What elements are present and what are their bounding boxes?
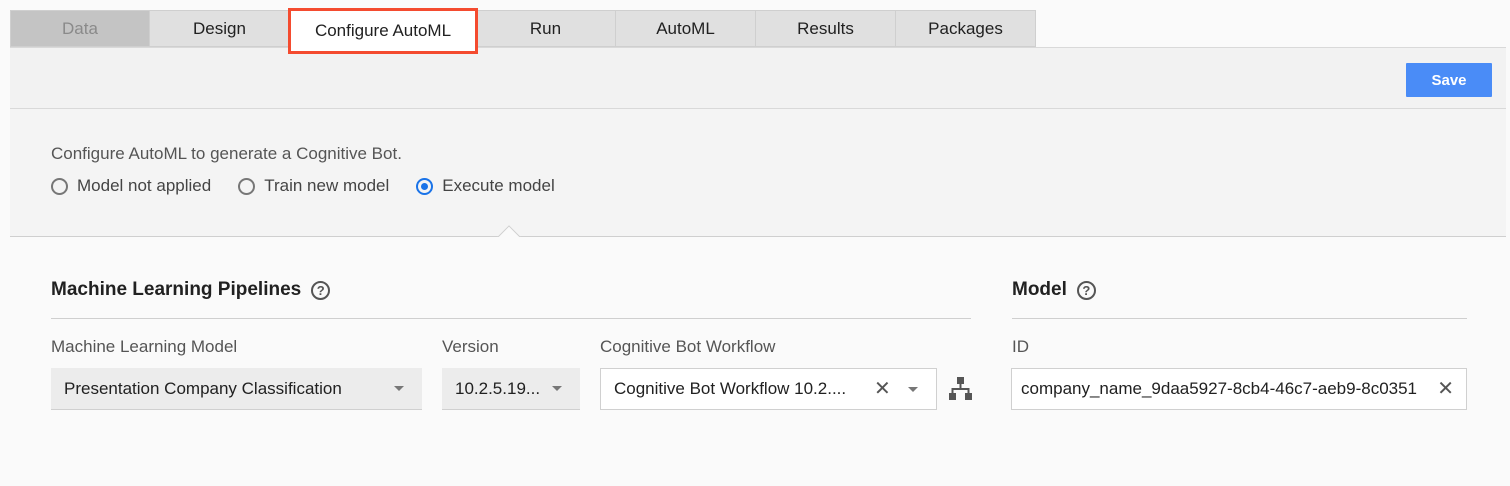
model-id-value: company_name_9daa5927-8cb4-46c7-aeb9-8c0… [1021,379,1418,398]
radio-execute-model[interactable]: Execute model [416,176,555,196]
chevron-down-icon [552,386,562,391]
radio-label: Model not applied [77,176,212,195]
help-circle-icon[interactable]: ? [311,280,331,300]
tab-automl[interactable]: AutoML [616,10,756,47]
config-description: Configure AutoML to generate a Cognitive… [51,144,402,163]
pipelines-title-text: Machine Learning Pipelines [51,279,302,300]
tab-label: Packages [928,18,1003,38]
workflow-value: Cognitive Bot Workflow 10.2.... [614,379,847,398]
tab-packages[interactable]: Packages [896,10,1036,47]
ml-model-value: Presentation Company Classification [64,378,342,398]
chevron-down-icon [394,386,404,391]
model-mode-radio-group: Model not applied Train new model Execut… [51,176,582,196]
tab-configure-automl[interactable]: Configure AutoML [288,8,478,54]
pipelines-title: Machine Learning Pipelines ? [51,279,331,301]
radio-circle-icon [238,177,256,195]
tab-design[interactable]: Design [150,10,290,47]
toolbar: Save [10,47,1506,109]
ml-model-label: Machine Learning Model [51,337,238,356]
tab-run[interactable]: Run [476,10,616,47]
close-icon[interactable]: ✕ [874,379,891,399]
model-title-text: Model [1012,279,1067,300]
tab-bar: Data Design Configure AutoML Run AutoML … [10,8,1036,54]
version-label: Version [442,337,499,356]
pipelines-divider [51,318,971,319]
radio-train-new-model[interactable]: Train new model [238,176,389,196]
workflow-label: Cognitive Bot Workflow [600,337,776,356]
tab-label: Data [62,18,98,38]
pointer-caret [496,223,522,237]
model-id-field[interactable]: company_name_9daa5927-8cb4-46c7-aeb9-8c0… [1011,368,1467,410]
tab-label: Run [529,18,562,38]
workflow-tree-icon[interactable] [948,376,974,402]
id-label: ID [1012,337,1029,356]
close-icon[interactable]: ✕ [1437,379,1454,399]
automl-config-panel: Configure AutoML to generate a Cognitive… [10,109,1506,237]
radio-label: Train new model [264,176,390,195]
workflow-select[interactable]: Cognitive Bot Workflow 10.2.... ✕ [600,368,937,410]
radio-circle-icon [51,177,68,195]
help-circle-icon[interactable]: ? [1076,280,1096,300]
model-divider [1012,318,1467,319]
radio-model-not-applied[interactable]: Model not applied [51,176,211,196]
tab-label: Configure AutoML [314,21,452,40]
radio-checked-icon [416,177,434,195]
tab-results[interactable]: Results [756,10,896,47]
tab-label: Results [797,18,854,38]
tab-label: Design [193,18,246,38]
chevron-down-icon [908,387,918,392]
ml-model-select[interactable]: Presentation Company Classification [51,368,422,410]
tab-data[interactable]: Data [10,10,150,47]
radio-label: Execute model [442,176,555,195]
model-title: Model ? [1012,279,1096,301]
save-button[interactable]: Save [1406,63,1492,97]
version-value: 10.2.5.19... [455,378,541,398]
version-select[interactable]: 10.2.5.19... [442,368,580,410]
tab-label: AutoML [656,18,715,38]
